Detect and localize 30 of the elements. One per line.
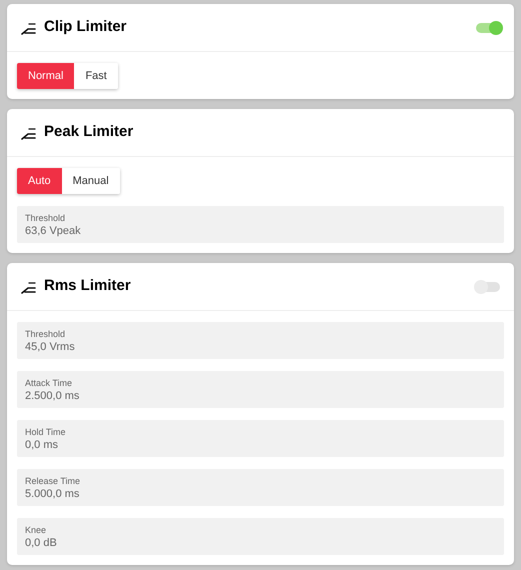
field-value: 5.000,0 ms (25, 486, 80, 500)
panel-title: Rms Limiter (44, 276, 131, 296)
panel-title: Clip Limiter (44, 17, 127, 38)
toggle-switch[interactable] (476, 22, 500, 32)
value-field[interactable]: Threshold 45,0 Vrms (17, 322, 504, 359)
field-label: Threshold (25, 212, 66, 224)
field-label: Hold Time (25, 426, 67, 438)
field-label: Attack Time (25, 376, 74, 388)
limiter-icon (21, 280, 37, 294)
field-value: 0,0 ms (25, 438, 60, 452)
value-field[interactable]: Release Time 5.000,0 ms (17, 469, 504, 506)
value-field[interactable]: Hold Time 0,0 ms (17, 420, 504, 457)
value-field[interactable]: Attack Time 2.500,0 ms (17, 371, 504, 408)
value-field[interactable]: Knee 0,0 dB (17, 518, 504, 555)
field-value: 63,6 Vpeak (25, 224, 82, 238)
limiter-icon (21, 126, 37, 140)
panel-title: Peak Limiter (44, 122, 134, 142)
mode-tab[interactable]: Normal (17, 63, 74, 89)
field-value: 45,0 Vrms (25, 340, 76, 354)
mode-tab[interactable]: Auto (17, 168, 62, 194)
field-label: Threshold (25, 328, 66, 340)
field-label: Release Time (25, 474, 82, 486)
limiter-icon (21, 20, 37, 34)
mode-tab[interactable]: Manual (62, 168, 120, 194)
field-value: 0,0 dB (25, 536, 58, 550)
toggle-switch[interactable] (476, 282, 500, 292)
value-field[interactable]: Threshold 63,6 Vpeak (17, 206, 504, 243)
field-label: Knee (25, 524, 48, 536)
field-value: 2.500,0 ms (25, 388, 80, 402)
mode-tab[interactable]: Fast (74, 63, 118, 89)
